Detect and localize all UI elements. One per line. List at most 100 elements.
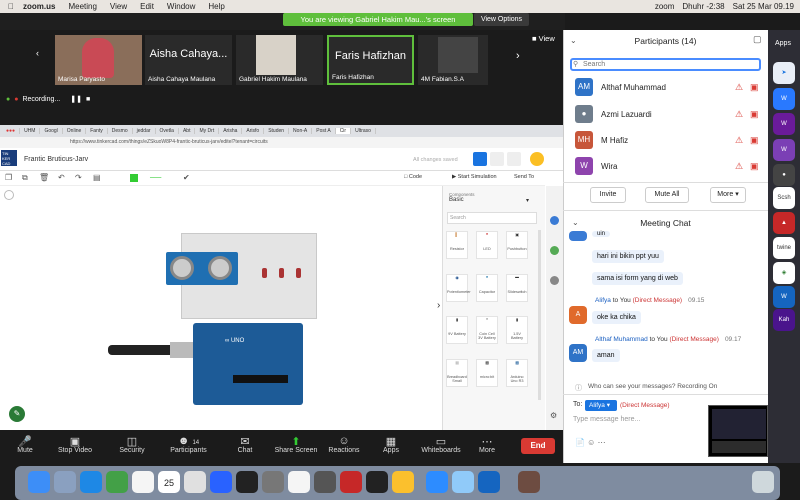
menu-help[interactable]: Help — [208, 2, 224, 11]
view-button[interactable]: ■ View — [532, 34, 555, 43]
app-icon[interactable]: ● — [773, 164, 795, 186]
browser-tab[interactable]: Arisha — [219, 128, 243, 134]
video-off-icon[interactable]: ▣ — [750, 109, 759, 120]
start-simulation-button[interactable]: ▶ Start Simulation — [452, 174, 497, 180]
browser-tab-active[interactable]: Cir — [335, 128, 352, 134]
view-options-button[interactable]: View Options — [474, 13, 529, 26]
schematic-view-icon[interactable] — [490, 152, 504, 166]
video-tile[interactable]: Gabriel Hakim Maulana — [236, 35, 323, 85]
file-share-icon[interactable]: 📄 ☺ ⋯ — [575, 438, 606, 447]
terminal-icon[interactable] — [236, 471, 258, 493]
wire-type-icon[interactable]: ── — [150, 173, 161, 182]
participant-row[interactable]: ● Azmi Lazuardi ⚠ ▣ — [575, 105, 760, 125]
copy-icon[interactable]: ❐ — [5, 173, 12, 182]
menu-view[interactable]: View — [110, 2, 127, 11]
browser-tab[interactable]: Fanty — [86, 128, 108, 134]
browser-tab[interactable]: Ultraso — [351, 128, 376, 134]
browser-tab[interactable]: Googl — [40, 128, 63, 134]
zoom-icon[interactable] — [426, 471, 448, 493]
apple-icon[interactable]:  — [8, 2, 14, 11]
mute-all-button[interactable]: Mute All — [645, 187, 689, 203]
extension-icon[interactable] — [550, 246, 559, 255]
browser-tab[interactable]: Desmo — [108, 128, 133, 134]
app-icon[interactable]: Scsh — [773, 187, 795, 209]
browser-tab[interactable]: Studen — [264, 128, 290, 134]
component-coin-cell[interactable]: ● Coin Cell 3V Battery — [476, 316, 498, 344]
browser-tab[interactable]: Online — [63, 128, 87, 134]
browser-tab[interactable]: Arisfo — [242, 128, 265, 134]
recipient-select[interactable]: Alifya ▾ — [585, 400, 617, 411]
design-title[interactable]: Frantic Bruticus-Jarv — [24, 156, 88, 163]
component-capacitor[interactable]: ● Capacitor — [476, 274, 498, 302]
extension-icon[interactable] — [550, 216, 559, 225]
video-tile[interactable]: Aisha Cahaya... Aisha Cahaya Maulana — [145, 35, 232, 85]
component-breadboard-small[interactable]: ▦ Breadboard Small — [446, 359, 468, 387]
video-tile[interactable]: 4M Fabian.S.A — [418, 35, 488, 85]
extension-icon[interactable] — [550, 276, 559, 285]
screen-thumbnail[interactable] — [708, 405, 768, 457]
menubar-app-name[interactable]: zoom.us — [23, 2, 55, 11]
who-can-see-link[interactable]: Who can see your messages? Recording On — [588, 383, 717, 390]
browser-tab[interactable]: Non-A — [289, 128, 313, 134]
more-participants-button[interactable]: More ▾ — [710, 187, 746, 203]
components-list-icon[interactable] — [507, 152, 521, 166]
fit-view-icon[interactable] — [4, 190, 14, 200]
delete-icon[interactable]: 🗑 — [39, 173, 49, 182]
video-off-icon[interactable]: ▣ — [750, 135, 759, 146]
component-slideswitch[interactable]: ▬ Slideswitch — [506, 274, 528, 302]
trash-icon[interactable] — [752, 471, 774, 493]
component-1-5v-battery[interactable]: ▮ 1.5V Battery — [506, 316, 528, 344]
app-icon[interactable]: W — [773, 286, 795, 308]
video-off-icon[interactable]: ▣ — [750, 161, 759, 172]
invite-button[interactable]: Invite — [590, 187, 626, 203]
participant-row[interactable]: AM Althaf Muhammad ⚠ ▣ — [575, 78, 760, 98]
menubar-prayer-time[interactable]: Dhuhr -2:38 — [682, 2, 724, 11]
annotate-pencil-icon[interactable]: ✎ — [9, 406, 25, 422]
app-icon[interactable]: twine — [773, 237, 795, 259]
user-avatar[interactable] — [530, 152, 544, 166]
mic-muted-icon[interactable]: ⚠ — [735, 82, 743, 93]
ultrasonic-sensor[interactable] — [166, 252, 238, 285]
browser-tab[interactable]: My Drt — [195, 128, 220, 134]
app-icon[interactable]: ◈ — [773, 262, 795, 284]
component-search-input[interactable]: Search — [447, 212, 537, 224]
gear-icon[interactable]: ⚙ — [550, 411, 557, 420]
participants-search-input[interactable]: Search — [570, 58, 761, 71]
participant-row[interactable]: W Wira ⚠ ▣ — [575, 157, 760, 177]
word-icon[interactable] — [478, 471, 500, 493]
browser-tab[interactable]: Ovetla — [156, 128, 179, 134]
browser-tab[interactable]: Post A — [312, 128, 336, 134]
app-store-icon[interactable] — [210, 471, 232, 493]
browser-tab[interactable]: Abt — [179, 128, 196, 134]
finder-icon[interactable] — [184, 471, 206, 493]
stop-recording-icon[interactable]: ■ — [86, 96, 90, 103]
mic-muted-icon[interactable]: ⚠ — [735, 109, 743, 120]
component-potentiometer[interactable]: ◉ Potentiometer — [446, 274, 471, 302]
chat-message-input[interactable]: Type message here... — [573, 416, 640, 423]
led-red[interactable] — [279, 268, 284, 278]
system-preferences-icon[interactable] — [262, 471, 284, 493]
component-resistor[interactable]: ▍ Resistor — [446, 231, 468, 259]
undo-icon[interactable]: ↶ — [58, 173, 65, 182]
arduino-uno[interactable]: ∞ UNO — [193, 323, 303, 405]
mic-muted-icon[interactable]: ⚠ — [735, 161, 743, 172]
led-red[interactable] — [296, 268, 301, 278]
menu-meeting[interactable]: Meeting — [68, 2, 96, 11]
menu-edit[interactable]: Edit — [140, 2, 154, 11]
code-button[interactable]: □ Code — [404, 174, 422, 180]
video-tile-active[interactable]: Faris Hafizhan Faris Hafizhan — [327, 35, 414, 85]
paste-icon[interactable]: ⧉ — [22, 173, 28, 183]
component-led[interactable]: ● LED — [476, 231, 498, 259]
calendar-icon[interactable]: 25 — [158, 471, 180, 493]
participant-row[interactable]: MH M Hafiz ⚠ ▣ — [575, 131, 760, 151]
component-pushbutton[interactable]: ▣ Pushbutton — [506, 231, 528, 259]
redo-icon[interactable]: ↷ — [75, 173, 82, 182]
app-icon[interactable]: W — [773, 88, 795, 110]
browser-tab[interactable]: UHM — [20, 128, 41, 134]
photos-icon[interactable] — [132, 471, 154, 493]
app-icon[interactable] — [340, 471, 362, 493]
menubar-zoom[interactable]: zoom — [655, 2, 675, 11]
video-tile[interactable]: Marisa Paryasto — [55, 35, 142, 85]
led-red[interactable] — [262, 268, 267, 278]
mic-muted-icon[interactable]: ⚠ — [735, 135, 743, 146]
